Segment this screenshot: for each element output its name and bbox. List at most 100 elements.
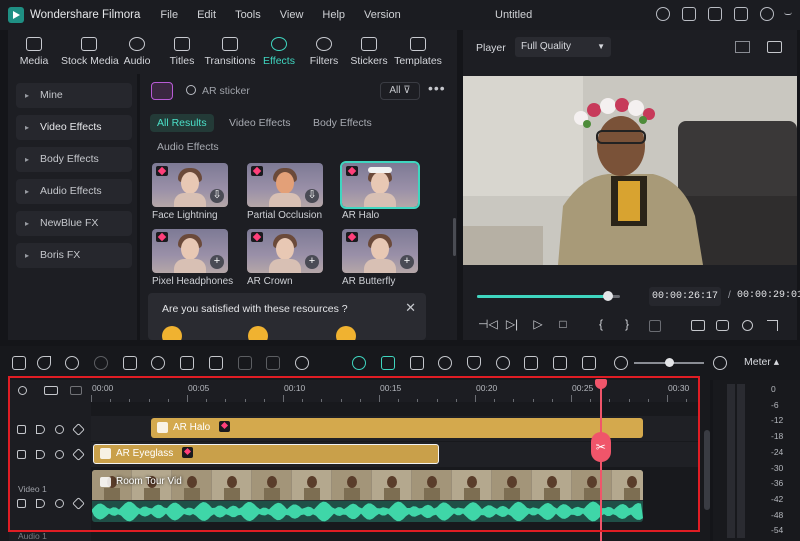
lock-icon[interactable] [17,499,26,508]
lock-icon[interactable] [17,425,26,434]
add-icon[interactable]: + [210,255,224,269]
feedback-icon[interactable] [682,7,696,21]
color-icon[interactable] [238,356,252,370]
meter-toggle[interactable]: Meter ▴ [744,356,779,368]
zoom-in-icon[interactable] [713,356,727,370]
effect-thumb-ar-butterfly[interactable]: + [342,229,418,273]
marker-icon[interactable] [649,320,661,332]
tab-stickers[interactable]: Stickers [345,30,393,74]
camera-icon[interactable] [716,320,729,331]
microphone-icon[interactable] [496,356,510,370]
tab-media[interactable]: Media [10,30,58,74]
close-icon[interactable]: ✕ [405,300,416,316]
layout-grid-icon[interactable] [12,356,26,370]
speaker-icon[interactable] [36,450,45,459]
progress-handle[interactable] [602,291,613,301]
menu-view[interactable]: View [280,9,304,21]
tab-transitions[interactable]: Transitions [204,30,256,74]
tab-stock-media[interactable]: Stock Media [61,30,119,74]
track-manager-icon[interactable] [70,386,82,395]
download-icon[interactable]: ⇩ [305,189,319,203]
link-icon[interactable] [18,386,27,395]
effect-thumb-face-lightning[interactable]: ⇩ [152,163,228,207]
tab-effects[interactable]: Effects [255,30,303,74]
download-icon[interactable]: ⇩ [210,189,224,203]
category-audio-effects[interactable]: Audio Effects [16,179,132,204]
text-icon[interactable] [180,356,194,370]
pen-icon[interactable] [72,423,85,436]
effect-thumb-ar-halo[interactable] [340,161,420,209]
filter-dropdown[interactable]: All ⊽ [380,82,420,100]
shield-icon[interactable] [467,356,481,370]
replace-icon[interactable] [553,356,567,370]
search-input[interactable] [202,83,352,99]
menu-file[interactable]: File [160,9,178,21]
layout-icon[interactable] [708,7,722,21]
play-icon[interactable]: ▷ [531,317,545,331]
filter-tab-all-results[interactable]: All Results [150,114,214,132]
emoji-rating-icon[interactable] [162,326,182,340]
ar-sticker-icon[interactable] [151,82,173,100]
more-options-icon[interactable]: ••• [428,80,446,96]
stop-icon[interactable]: □ [556,317,570,331]
delete-icon[interactable] [123,356,137,370]
clip-room-tour-video[interactable]: Room Tour Vid [92,470,643,522]
category-body-effects[interactable]: Body Effects [16,147,132,172]
timeline-scrollbar[interactable] [704,430,710,510]
audio-sync-icon[interactable] [524,356,538,370]
mark-in-icon[interactable]: { [594,317,608,331]
minimize-icon[interactable] [784,7,792,15]
scrollbar[interactable] [453,218,456,256]
auto-highlight-icon[interactable] [352,356,366,370]
tab-templates[interactable]: Templates [392,30,444,74]
display-icon[interactable] [691,320,705,331]
eye-icon[interactable] [55,499,64,508]
snapshot-view-icon[interactable] [767,41,782,53]
redo-icon[interactable] [94,356,108,370]
record-icon[interactable] [410,356,424,370]
clip-ar-eyeglass[interactable]: AR Eyeglass [93,444,439,464]
mark-out-icon[interactable]: } [620,317,634,331]
zoom-slider-handle[interactable] [665,358,674,367]
split-scissors-icon[interactable]: ✂ [590,432,611,462]
scissors-icon[interactable] [151,356,165,370]
speaker-icon[interactable] [36,425,45,434]
tab-filters[interactable]: Filters [300,30,348,74]
next-frame-icon[interactable]: ▷| [505,317,519,331]
eye-icon[interactable] [55,425,64,434]
zoom-out-icon[interactable] [614,356,628,370]
ai-icon[interactable] [266,356,280,370]
cloud-upload-icon[interactable] [760,7,774,21]
menu-edit[interactable]: Edit [197,9,216,21]
video-preview[interactable] [463,76,797,265]
pen-icon[interactable] [72,497,85,510]
select-pointer-icon[interactable] [37,356,51,370]
category-video-effects[interactable]: Video Effects [16,115,132,140]
menu-tools[interactable]: Tools [235,9,261,21]
add-track-icon[interactable] [44,386,58,395]
quality-select[interactable]: Full Quality ▼ [515,37,611,57]
clip-ar-halo[interactable]: AR Halo [151,418,643,438]
emoji-rating-icon[interactable] [248,326,268,340]
fullscreen-icon[interactable] [767,320,778,331]
menu-version[interactable]: Version [364,9,401,21]
effect-thumb-partial-occlusion[interactable]: ⇩ [247,163,323,207]
effect-thumb-ar-crown[interactable]: + [247,229,323,273]
snap-icon[interactable] [381,356,395,370]
effect-thumb-pixel-headphones[interactable]: + [152,229,228,273]
speed-icon[interactable] [295,356,309,370]
lock-icon[interactable] [17,450,26,459]
time-ruler[interactable]: 00:00 00:05 00:10 00:15 00:20 00:25 00:30 [91,380,700,402]
send-icon[interactable] [656,7,670,21]
undo-icon[interactable] [65,356,79,370]
playback-progress-bar[interactable] [477,291,620,301]
speaker-icon[interactable] [36,499,45,508]
render-icon[interactable] [438,356,452,370]
emoji-rating-icon[interactable] [336,326,356,340]
eye-icon[interactable] [55,450,64,459]
add-icon[interactable]: + [400,255,414,269]
audio-volume-icon[interactable] [742,320,753,331]
grid-view-icon[interactable] [735,41,750,53]
crop-icon[interactable] [209,356,223,370]
filter-tab-video-effects[interactable]: Video Effects [229,117,291,129]
